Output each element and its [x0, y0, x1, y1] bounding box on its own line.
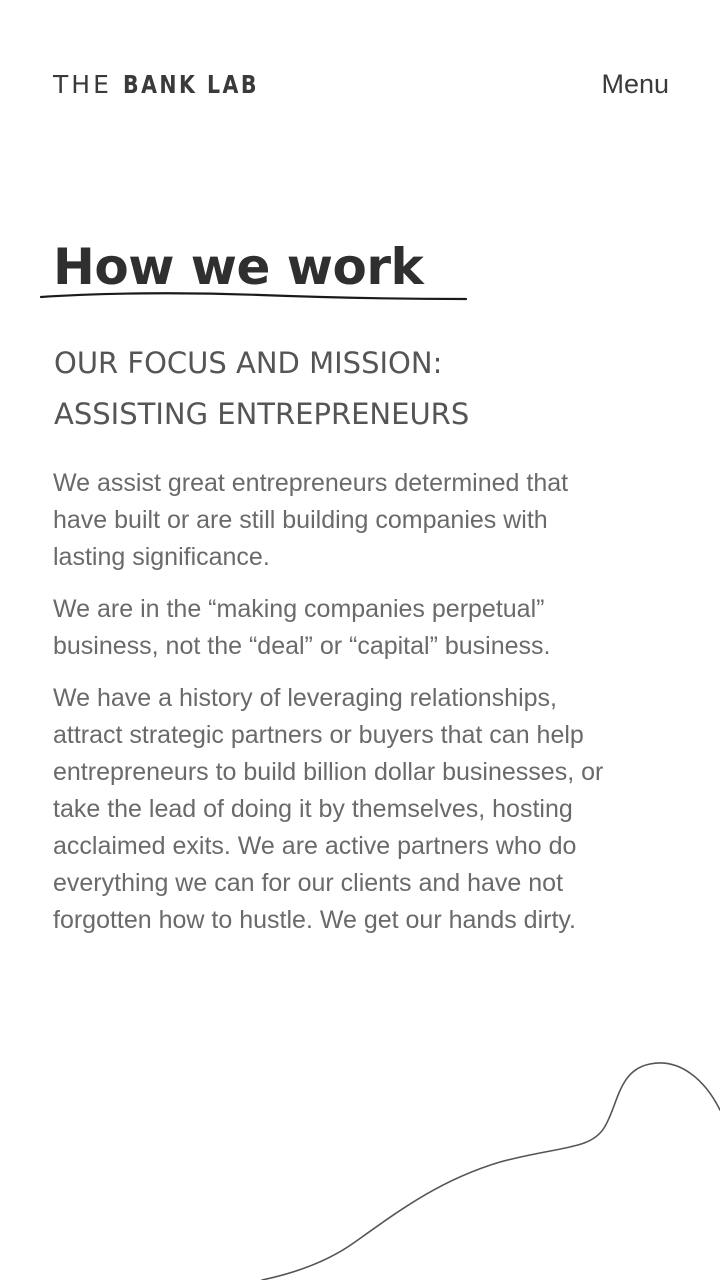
site-header: THE BANK LAB Menu — [0, 0, 720, 170]
logo-text-light: THE — [53, 70, 112, 99]
menu-button[interactable]: Menu — [601, 66, 669, 102]
curved-line-decoration-icon — [261, 1062, 720, 1280]
logo[interactable]: THE BANK LAB — [53, 68, 289, 102]
paragraph-1: We assist great entrepreneurs determined… — [53, 469, 569, 571]
section-subtitle: OUR FOCUS AND MISSION: ASSISTING ENTREPR… — [54, 338, 614, 440]
body-text: We assist great entrepreneurs determined… — [53, 465, 613, 954]
logo-text-bold: BANK LAB — [122, 70, 259, 99]
paragraph-3: We have a history of leveraging relation… — [53, 684, 604, 934]
subtitle-line-2: ASSISTING ENTREPRENEURS — [54, 397, 470, 431]
paragraph-2: We are in the “making companies perpetua… — [53, 595, 551, 660]
subtitle-line-1: OUR FOCUS AND MISSION: — [54, 346, 443, 380]
hand-drawn-underline-icon — [40, 292, 468, 301]
